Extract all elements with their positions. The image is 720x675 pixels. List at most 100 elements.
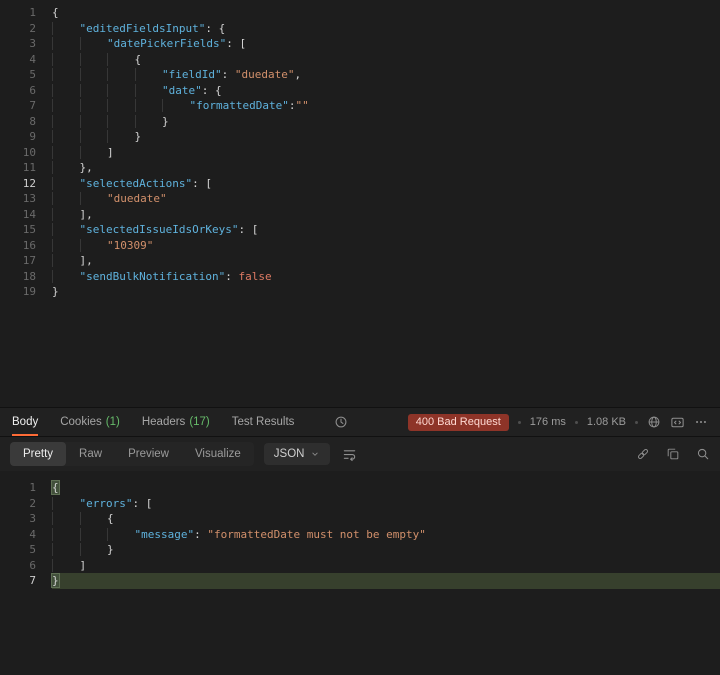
code-text: "errors": [ <box>52 496 720 512</box>
more-options-icon[interactable] <box>694 415 708 429</box>
response-history-icon[interactable] <box>334 408 348 436</box>
dot-separator <box>518 421 521 424</box>
code-line[interactable]: 7} <box>0 573 720 589</box>
code-text: "message": "formattedDate must not be em… <box>52 527 720 543</box>
response-toolbar-actions <box>636 447 710 461</box>
line-number: 18 <box>0 269 36 285</box>
code-text: "selectedIssueIdsOrKeys": [ <box>52 222 720 238</box>
code-line[interactable]: 4 { <box>0 52 720 68</box>
network-globe-icon[interactable] <box>647 415 661 429</box>
code-line[interactable]: 7 "formattedDate":"" <box>0 98 720 114</box>
chevron-down-icon <box>310 449 320 459</box>
code-line[interactable]: 18 "sendBulkNotification": false <box>0 269 720 285</box>
headers-count: (17) <box>189 416 209 428</box>
code-text: { <box>52 511 720 527</box>
tab-body-label: Body <box>12 416 38 428</box>
response-view-switcher: Pretty Raw Preview Visualize <box>10 442 254 466</box>
code-line[interactable]: 11 }, <box>0 160 720 176</box>
code-line[interactable]: 19} <box>0 284 720 300</box>
response-size: 1.08 KB <box>587 416 626 428</box>
code-line[interactable]: 3 { <box>0 511 720 527</box>
line-number: 15 <box>0 222 36 238</box>
tab-headers[interactable]: Headers (17) <box>142 408 210 436</box>
save-response-icon[interactable] <box>670 415 685 430</box>
code-text: ] <box>52 558 720 574</box>
code-line[interactable]: 6 ] <box>0 558 720 574</box>
code-line[interactable]: 1{ <box>0 480 720 496</box>
line-number: 7 <box>0 573 36 589</box>
code-line[interactable]: 14 ], <box>0 207 720 223</box>
request-body-editor[interactable]: 1{2 "editedFieldsInput": {3 "datePickerF… <box>0 0 720 407</box>
line-number: 3 <box>0 511 36 527</box>
code-line[interactable]: 13 "duedate" <box>0 191 720 207</box>
link-icon[interactable] <box>636 447 650 461</box>
line-number: 7 <box>0 98 36 114</box>
view-raw-button[interactable]: Raw <box>66 442 115 466</box>
line-number: 12 <box>0 176 36 192</box>
code-line[interactable]: 9 } <box>0 129 720 145</box>
line-number: 11 <box>0 160 36 176</box>
code-line[interactable]: 6 "date": { <box>0 83 720 99</box>
code-text: "editedFieldsInput": { <box>52 21 720 37</box>
code-text: { <box>52 52 720 68</box>
line-number: 19 <box>0 284 36 300</box>
code-text: { <box>52 480 720 496</box>
line-number: 5 <box>0 67 36 83</box>
code-text: "duedate" <box>52 191 720 207</box>
wrap-lines-icon[interactable] <box>342 447 357 462</box>
code-line[interactable]: 16 "10309" <box>0 238 720 254</box>
line-number: 5 <box>0 542 36 558</box>
code-text: } <box>52 114 720 130</box>
code-line[interactable]: 1{ <box>0 5 720 21</box>
code-text: "selectedActions": [ <box>52 176 720 192</box>
response-body-editor[interactable]: 1{2 "errors": [3 {4 "message": "formatte… <box>0 471 720 675</box>
code-line[interactable]: 5 } <box>0 542 720 558</box>
code-text: "formattedDate":"" <box>52 98 720 114</box>
tab-headers-label: Headers <box>142 416 185 428</box>
view-pretty-button[interactable]: Pretty <box>10 442 66 466</box>
tab-body[interactable]: Body <box>12 408 38 436</box>
response-tab-list: Body Cookies (1) Headers (17) Test Resul… <box>12 408 348 436</box>
cookies-count: (1) <box>106 416 120 428</box>
line-number: 1 <box>0 5 36 21</box>
line-number: 6 <box>0 83 36 99</box>
code-text: ], <box>52 253 720 269</box>
line-number: 1 <box>0 480 36 496</box>
code-line[interactable]: 4 "message": "formattedDate must not be … <box>0 527 720 543</box>
code-line[interactable]: 5 "fieldId": "duedate", <box>0 67 720 83</box>
response-meta: 400 Bad Request 176 ms 1.08 KB <box>408 408 708 436</box>
code-text: } <box>52 542 720 558</box>
code-text: "datePickerFields": [ <box>52 36 720 52</box>
copy-icon[interactable] <box>666 447 680 461</box>
line-number: 8 <box>0 114 36 130</box>
code-text: { <box>52 5 720 21</box>
code-text: } <box>52 573 720 589</box>
view-visualize-button[interactable]: Visualize <box>182 442 254 466</box>
code-text: "fieldId": "duedate", <box>52 67 720 83</box>
line-number: 17 <box>0 253 36 269</box>
code-line[interactable]: 10 ] <box>0 145 720 161</box>
code-line[interactable]: 8 } <box>0 114 720 130</box>
format-dropdown[interactable]: JSON <box>264 443 331 465</box>
dot-separator <box>575 421 578 424</box>
code-text: "date": { <box>52 83 720 99</box>
code-text: ], <box>52 207 720 223</box>
code-line[interactable]: 2 "errors": [ <box>0 496 720 512</box>
response-toolbar: Pretty Raw Preview Visualize JSON <box>0 437 720 471</box>
code-line[interactable]: 3 "datePickerFields": [ <box>0 36 720 52</box>
code-line[interactable]: 12 "selectedActions": [ <box>0 176 720 192</box>
view-preview-button[interactable]: Preview <box>115 442 182 466</box>
tab-test-results[interactable]: Test Results <box>232 408 295 436</box>
line-number: 2 <box>0 21 36 37</box>
code-line[interactable]: 17 ], <box>0 253 720 269</box>
search-icon[interactable] <box>696 447 710 461</box>
tab-cookies-label: Cookies <box>60 416 102 428</box>
line-number: 2 <box>0 496 36 512</box>
code-line[interactable]: 15 "selectedIssueIdsOrKeys": [ <box>0 222 720 238</box>
line-number: 9 <box>0 129 36 145</box>
code-text: } <box>52 284 720 300</box>
code-line[interactable]: 2 "editedFieldsInput": { <box>0 21 720 37</box>
line-number: 13 <box>0 191 36 207</box>
tab-cookies[interactable]: Cookies (1) <box>60 408 120 436</box>
response-tabs-bar: Body Cookies (1) Headers (17) Test Resul… <box>0 407 720 437</box>
